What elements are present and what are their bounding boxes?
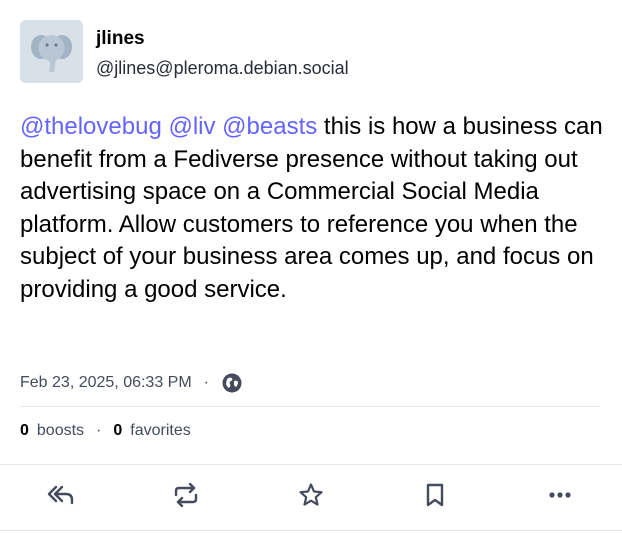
more-button[interactable]: [545, 480, 575, 510]
boosts-count: 0: [20, 422, 29, 439]
avatar[interactable]: [20, 20, 83, 83]
mention-link[interactable]: @beasts: [222, 113, 317, 140]
boost-button[interactable]: [171, 480, 201, 510]
account-handle[interactable]: @jlines@pleroma.debian.social: [96, 58, 349, 79]
more-icon: [549, 492, 571, 498]
globe-icon: [221, 372, 243, 394]
boost-icon: [174, 483, 198, 507]
status-timestamp[interactable]: Feb 23, 2025, 06:33 PM: [20, 374, 192, 392]
boosts-count-link[interactable]: 0 boosts: [20, 422, 84, 440]
separator-dot: ·: [203, 374, 209, 391]
mention-link[interactable]: @liv: [168, 113, 215, 140]
favorites-label: favorites: [130, 422, 191, 439]
mention-link[interactable]: @thelovebug: [20, 113, 162, 140]
divider: [20, 406, 600, 407]
status-detail: jlines @jlines@pleroma.debian.social @th…: [0, 0, 622, 534]
interaction-counts: 0 boosts · 0 favorites: [20, 420, 191, 442]
separator-dot: ·: [96, 422, 102, 439]
status-text: this is how a business can benefit from …: [20, 113, 603, 303]
reply-button[interactable]: [46, 480, 76, 510]
status-meta: Feb 23, 2025, 06:33 PM ·: [20, 370, 243, 396]
bookmark-icon: [426, 483, 444, 507]
favorites-count-link[interactable]: 0 favorites: [113, 422, 190, 440]
boosts-label: boosts: [36, 422, 85, 439]
favorite-button[interactable]: [296, 480, 326, 510]
bookmark-button[interactable]: [420, 480, 450, 510]
action-bar: [0, 470, 622, 520]
favorites-count: 0: [113, 422, 123, 439]
star-icon: [299, 483, 323, 506]
divider: [0, 464, 622, 465]
display-name[interactable]: jlines: [96, 28, 145, 50]
elephant-avatar-icon: [20, 20, 83, 83]
divider: [0, 530, 622, 531]
reply-all-icon: [47, 485, 74, 505]
status-content: @thelovebug @liv @beasts this is how a b…: [20, 111, 610, 306]
